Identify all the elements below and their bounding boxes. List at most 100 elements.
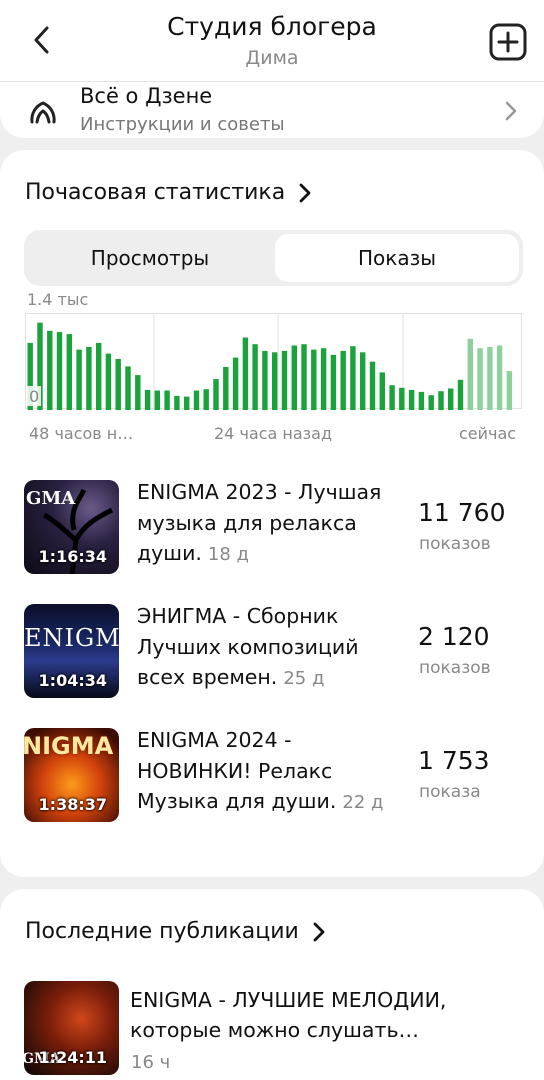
chart-bar (193, 390, 200, 410)
chart-bar (418, 391, 425, 410)
video-title-text: ENIGMA 2023 - Лучшая музыка для релакса … (137, 480, 382, 565)
chart-bar (105, 353, 112, 410)
tips-title: Всё о Дзене (80, 84, 213, 108)
video-item[interactable]: GMA 1:16:34 ENIGMA 2023 - Лучшая музыка … (24, 480, 524, 576)
chart-bar (164, 390, 170, 410)
chart-bar (389, 385, 395, 410)
impressions-count: 11 760 (418, 498, 506, 527)
chart-bar (330, 354, 337, 410)
publication-age: 16 ч (131, 1052, 171, 1073)
tab-views[interactable]: Просмотры (28, 234, 272, 282)
page-title: Студия блогера (167, 12, 377, 41)
chart-bar (477, 348, 483, 410)
video-duration: 1:24:11 (38, 1048, 107, 1067)
video-duration: 1:38:37 (38, 795, 107, 814)
chart-bar (379, 372, 385, 410)
x-label-middle: 24 часа назад (214, 424, 333, 443)
chevron-right-icon (505, 101, 517, 121)
chart-bar (281, 350, 288, 410)
chevron-right-icon (313, 922, 325, 941)
chart-bar (399, 387, 405, 410)
chart-bar (223, 367, 229, 410)
chevron-right-icon (299, 183, 311, 202)
chart-bar (457, 379, 464, 410)
chart-canvas: 0 (27, 314, 513, 410)
impressions-count: 2 120 (418, 622, 490, 651)
chart-bar (144, 389, 151, 410)
video-duration: 1:04:34 (38, 671, 107, 690)
video-thumbnail: NIGMA 1:38:37 (24, 728, 119, 822)
add-button[interactable] (488, 22, 528, 62)
chart-bar (369, 361, 376, 410)
hourly-bar-chart: 0 (25, 313, 522, 410)
chart-bar (56, 332, 63, 410)
latest-publications-title: Последние публикации (25, 919, 299, 944)
chart-bar (487, 346, 493, 410)
chart-bar (320, 348, 327, 410)
chart-bar (301, 344, 307, 410)
tab-impressions[interactable]: Показы (275, 234, 519, 282)
zen-flame-icon (30, 101, 56, 124)
chart-bar (213, 379, 219, 410)
plus-square-icon (489, 23, 527, 61)
impressions-unit: показов (419, 658, 491, 678)
chart-bar (252, 344, 258, 410)
chart-bar (232, 357, 239, 410)
chart-bar (242, 337, 249, 410)
chart-bar (438, 391, 444, 410)
chart-bar (184, 396, 190, 410)
y-axis-zero-label: 0 (29, 387, 39, 406)
video-duration: 1:16:34 (38, 547, 107, 566)
video-thumbnail: ENIGM 1:04:34 (24, 604, 119, 698)
chart-bar (154, 390, 160, 410)
chart-bar (115, 359, 121, 410)
hourly-stats-header[interactable]: Почасовая статистика (25, 180, 311, 205)
metric-switch: Просмотры Показы (24, 230, 523, 286)
chart-bar (135, 375, 141, 410)
x-label-end: сейчас (459, 424, 517, 443)
chart-bar (448, 388, 454, 410)
video-age: 22 д (342, 792, 384, 813)
publication-thumbnail: GMA 1:24:11 (24, 981, 119, 1075)
chart-bar (174, 395, 180, 410)
chart-bar (86, 346, 92, 410)
impressions-unit: показов (419, 534, 491, 554)
chart-bar (496, 345, 503, 410)
hourly-stats-title: Почасовая статистика (25, 180, 286, 205)
chart-bar (262, 350, 268, 410)
video-title-text: ЭНИГМА - Сборник Лучших композиций всех … (137, 604, 359, 689)
chart-bar (428, 395, 434, 410)
chart-bar (408, 389, 415, 410)
chart-bar (66, 334, 72, 410)
hourly-stats-card: Почасовая статистика Просмотры Показы 1.… (0, 150, 544, 877)
chart-bar (467, 338, 473, 410)
chart-bar (272, 352, 278, 410)
thumb-logo-text: GMA (26, 488, 76, 509)
latest-publications-header[interactable]: Последние публикации (25, 919, 325, 944)
chart-bar (506, 371, 513, 410)
latest-publications-card: Последние публикации GMA 1:24:11 ENIGMA … (0, 889, 544, 1080)
page-subtitle: Дима (245, 47, 299, 69)
chart-bar (350, 346, 356, 410)
impressions-count: 1 753 (418, 746, 490, 775)
chart-bar (125, 366, 131, 410)
video-title: ENIGMA 2023 - Лучшая музыка для релакса … (137, 477, 397, 571)
video-item[interactable]: ENIGM 1:04:34 ЭНИГМА - Сборник Лучших ко… (24, 604, 524, 700)
thumb-logo-text: ENIGM (24, 624, 119, 652)
y-axis-max-label: 1.4 тыс (27, 290, 89, 309)
chart-bar (340, 350, 346, 410)
video-title: ЭНИГМА - Сборник Лучших композиций всех … (137, 601, 397, 695)
publication-title: ENIGMA - ЛУЧШИЕ МЕЛОДИИ, которые можно с… (130, 988, 447, 1042)
video-title-text: ENIGMA 2024 - НОВИНКИ! Релакс Музыка для… (137, 728, 337, 813)
chart-bar (360, 352, 366, 410)
top-bar: Студия блогера Дима (0, 0, 544, 82)
chart-bar (291, 345, 297, 410)
video-title: ENIGMA 2024 - НОВИНКИ! Релакс Музыка для… (137, 725, 397, 819)
video-item[interactable]: NIGMA 1:38:37 ENIGMA 2024 - НОВИНКИ! Рел… (24, 728, 524, 824)
chart-bar (96, 342, 102, 410)
thumb-logo-text: NIGMA (24, 732, 114, 760)
chart-bar (76, 349, 82, 410)
impressions-unit: показа (419, 782, 481, 802)
video-age: 18 д (207, 544, 249, 565)
tips-subtitle: Инструкции и советы (80, 114, 285, 135)
